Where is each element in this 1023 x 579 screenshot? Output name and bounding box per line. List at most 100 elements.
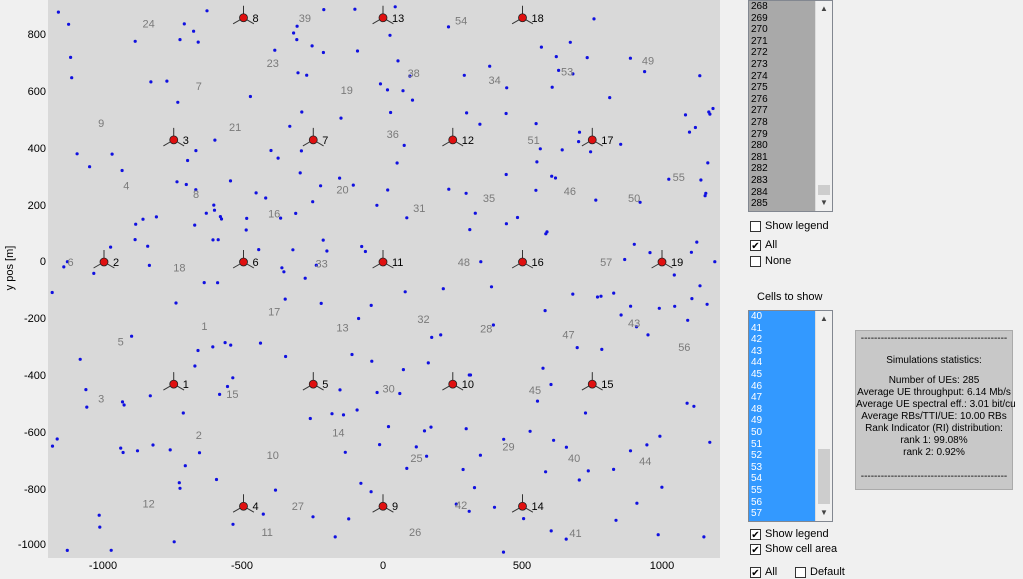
- cell-list-item[interactable]: 51: [749, 439, 815, 451]
- cells-default-checkbox[interactable]: Default: [795, 566, 845, 578]
- site-label: 14: [532, 501, 544, 513]
- ue-all-checkbox[interactable]: ✔All: [750, 239, 777, 251]
- cells-list-items[interactable]: 404142434445464748495051525354555657: [749, 311, 815, 521]
- site-label: 3: [183, 135, 189, 147]
- ue-list-item[interactable]: 269: [749, 13, 815, 25]
- ue-list-item[interactable]: 273: [749, 59, 815, 71]
- ue-point: [98, 514, 101, 517]
- stats-line: Rank Indicator (RI) distribution:: [856, 423, 1012, 435]
- cell-list-item[interactable]: 43: [749, 346, 815, 358]
- ue-point: [439, 333, 442, 336]
- ue-list-item[interactable]: 285: [749, 198, 815, 210]
- show-cell-area-checkbox[interactable]: ✔Show cell area: [750, 543, 837, 555]
- ue-point: [356, 408, 359, 411]
- ue-list-scrollbar[interactable]: ▲ ▼: [815, 1, 832, 211]
- checkmark-icon[interactable]: ✔: [750, 544, 761, 555]
- scroll-thumb[interactable]: [818, 185, 830, 195]
- ue-list-item[interactable]: 272: [749, 47, 815, 59]
- cell-label: 54: [455, 16, 467, 28]
- cell-list-item[interactable]: 50: [749, 427, 815, 439]
- ue-list-item[interactable]: 274: [749, 71, 815, 83]
- cells-show-legend-checkbox[interactable]: ✔Show legend: [750, 528, 829, 540]
- cell-list-item[interactable]: 54: [749, 473, 815, 485]
- cell-list-item[interactable]: 47: [749, 392, 815, 404]
- site-dot: [519, 502, 527, 510]
- ue-point: [550, 175, 553, 178]
- cell-list-item[interactable]: 44: [749, 357, 815, 369]
- cells-listbox[interactable]: 404142434445464748495051525354555657 ▲ ▼: [748, 310, 833, 522]
- ue-point: [396, 161, 399, 164]
- cell-list-item[interactable]: 48: [749, 404, 815, 416]
- scroll-down-icon[interactable]: ▼: [816, 195, 832, 211]
- ue-list-item[interactable]: 276: [749, 94, 815, 106]
- ue-list-item[interactable]: 279: [749, 129, 815, 141]
- ue-point: [694, 126, 697, 129]
- cells-to-show-label: Cells to show: [757, 291, 822, 303]
- cell-list-item[interactable]: 42: [749, 334, 815, 346]
- cell-list-item[interactable]: 40: [749, 311, 815, 323]
- network-plot[interactable]: 2439542373834534919921365148204650553531…: [48, 0, 720, 558]
- ue-show-legend-checkbox[interactable]: Show legend: [750, 220, 829, 232]
- cell-list-item[interactable]: 56: [749, 497, 815, 509]
- ue-list-item[interactable]: 284: [749, 187, 815, 199]
- cell-list-item[interactable]: 53: [749, 462, 815, 474]
- ue-point: [565, 538, 568, 541]
- ue-list-item[interactable]: 283: [749, 175, 815, 187]
- ue-point: [423, 429, 426, 432]
- ue-list-items[interactable]: 2682692702712722732742752762772782792802…: [749, 1, 815, 211]
- ue-point: [141, 218, 144, 221]
- ue-point: [173, 540, 176, 543]
- ue-list-item[interactable]: 281: [749, 152, 815, 164]
- ue-point: [658, 307, 661, 310]
- cell-list-item[interactable]: 52: [749, 450, 815, 462]
- ue-point: [284, 355, 287, 358]
- checkmark-icon[interactable]: ✔: [750, 529, 761, 540]
- ue-point: [490, 285, 493, 288]
- ue-list-item[interactable]: 268: [749, 1, 815, 13]
- cell-label: 50: [628, 193, 640, 205]
- ue-point: [505, 173, 508, 176]
- scroll-up-icon[interactable]: ▲: [816, 311, 832, 327]
- ue-point: [536, 400, 539, 403]
- y-axis-label: y pos [m]: [4, 238, 16, 298]
- cell-list-item[interactable]: 55: [749, 485, 815, 497]
- ue-list-item[interactable]: 282: [749, 163, 815, 175]
- cells-list-scrollbar[interactable]: ▲ ▼: [815, 311, 832, 521]
- ue-listbox[interactable]: 2682692702712722732742752762772782792802…: [748, 0, 833, 212]
- site-label: 8: [253, 13, 259, 25]
- ue-point: [110, 549, 113, 552]
- ue-point: [698, 74, 701, 77]
- ue-list-item[interactable]: 277: [749, 105, 815, 117]
- cell-label: 5: [118, 337, 124, 349]
- checkbox-box[interactable]: [750, 256, 761, 267]
- checkbox-box[interactable]: [750, 221, 761, 232]
- ue-point: [111, 153, 114, 156]
- checkmark-icon[interactable]: ✔: [750, 240, 761, 251]
- ue-point: [182, 411, 185, 414]
- scroll-down-icon[interactable]: ▼: [816, 505, 832, 521]
- cell-list-item[interactable]: 46: [749, 381, 815, 393]
- cell-list-item[interactable]: 49: [749, 415, 815, 427]
- ue-list-item[interactable]: 280: [749, 140, 815, 152]
- ue-point: [291, 248, 294, 251]
- cell-list-item[interactable]: 45: [749, 369, 815, 381]
- ue-point: [468, 510, 471, 513]
- ue-none-checkbox[interactable]: None: [750, 255, 791, 267]
- ue-point: [178, 487, 181, 490]
- ue-point: [599, 295, 602, 298]
- ue-point: [578, 131, 581, 134]
- ue-point: [183, 22, 186, 25]
- ue-list-item[interactable]: 270: [749, 24, 815, 36]
- cells-all-checkbox[interactable]: ✔All: [750, 566, 777, 578]
- ue-list-item[interactable]: 275: [749, 82, 815, 94]
- ue-point: [146, 245, 149, 248]
- scroll-thumb[interactable]: [818, 449, 830, 504]
- cell-list-item[interactable]: 57: [749, 508, 815, 520]
- ue-point: [708, 113, 711, 116]
- cell-list-item[interactable]: 41: [749, 323, 815, 335]
- ue-point: [594, 199, 597, 202]
- ue-point: [229, 179, 232, 182]
- ue-list-item[interactable]: 278: [749, 117, 815, 129]
- scroll-up-icon[interactable]: ▲: [816, 1, 832, 17]
- ue-list-item[interactable]: 271: [749, 36, 815, 48]
